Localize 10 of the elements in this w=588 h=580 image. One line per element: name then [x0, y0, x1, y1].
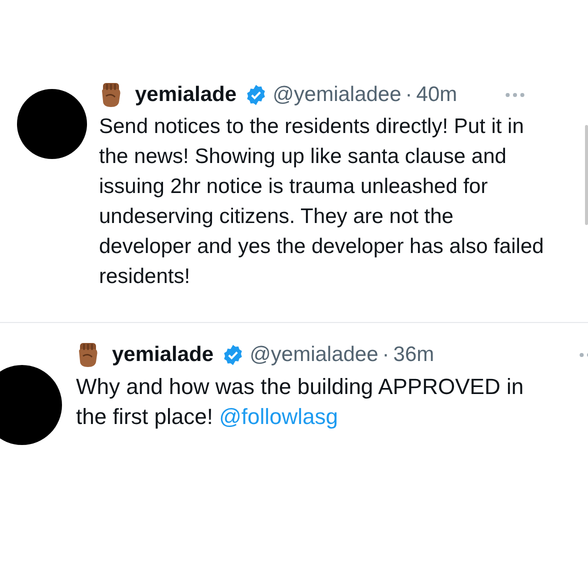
- separator-dot: ·: [382, 343, 390, 367]
- separator-dot: ·: [405, 83, 412, 107]
- user-name[interactable]: yemialade: [135, 83, 237, 107]
- tweet-text: Send notices to the residents directly! Put it in the news! Showing up like santa clause and issuing 2hr notice is trauma unleashed for undeserving citizens. They are not the developer and yes the developer has also failed residents!: [99, 114, 544, 290]
- tweet-text: Why and how was the building APPROVED in the first place! @followlasg: [76, 373, 525, 431]
- timestamp[interactable]: 36m: [393, 343, 434, 367]
- user-name[interactable]: yemialade: [112, 343, 214, 367]
- user-handle[interactable]: @yemialadee: [250, 343, 378, 367]
- user-handle[interactable]: @yemialadee: [272, 83, 402, 107]
- timestamp[interactable]: 40m: [416, 83, 458, 107]
